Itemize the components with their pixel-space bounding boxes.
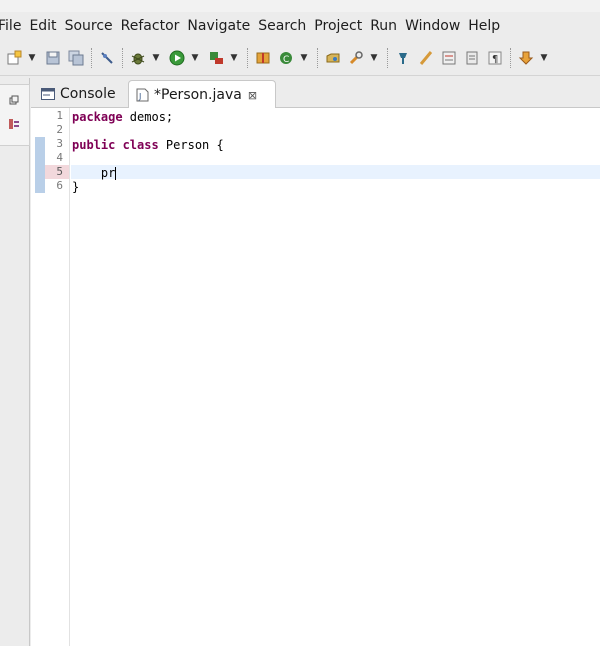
package-explorer-icon[interactable]	[8, 118, 20, 130]
menu-navigate[interactable]: Navigate	[187, 18, 258, 34]
console-icon	[41, 87, 55, 101]
next-annotation-icon[interactable]	[516, 47, 536, 69]
search-icon[interactable]	[346, 47, 366, 69]
open-type-icon[interactable]	[323, 47, 343, 69]
java-editor[interactable]: 1 2 3 4 5 6 package demos; public class …	[31, 108, 600, 646]
run-icon[interactable]	[167, 47, 187, 69]
menu-edit[interactable]: Edit	[29, 18, 64, 34]
new-java-class-icon[interactable]: C	[276, 47, 296, 69]
code-text: }	[72, 180, 80, 194]
toolbar-separator	[510, 47, 511, 68]
toolbar-separator	[122, 47, 123, 68]
menu-run[interactable]: Run	[370, 18, 405, 34]
java-file-icon: J	[135, 88, 149, 102]
debug-icon[interactable]	[128, 47, 148, 69]
svg-text:C: C	[283, 55, 289, 65]
change-marker	[35, 137, 45, 151]
new-java-package-icon[interactable]	[253, 47, 273, 69]
editor-tab-bar: Console J *Person.java ⊠	[31, 78, 600, 109]
current-line-highlight	[71, 165, 600, 179]
code-line-5: pr	[71, 166, 117, 180]
code-line-1: package demos;	[71, 110, 173, 124]
menu-search[interactable]: Search	[258, 18, 314, 34]
code-text: pr	[72, 166, 116, 180]
line-number: 4	[56, 151, 63, 164]
toolbar-separator	[247, 47, 248, 68]
run-dropdown-icon[interactable]: ▼	[190, 47, 200, 69]
text-caret	[115, 167, 117, 180]
external-tools-dropdown-icon[interactable]: ▼	[229, 47, 239, 69]
run-external-tools-icon[interactable]	[206, 47, 226, 69]
line-number: 2	[56, 123, 63, 136]
quick-diff-ruler	[31, 108, 45, 646]
new-wizard-dropdown-icon[interactable]: ▼	[27, 47, 37, 69]
menubar: File Edit Source Refactor Navigate Searc…	[0, 12, 600, 40]
pilcrow-icon[interactable]: ¶	[485, 47, 505, 69]
tab-console[interactable]: Console	[35, 80, 125, 108]
line-number: 6	[56, 179, 63, 192]
debug-dropdown-icon[interactable]: ▼	[151, 47, 161, 69]
change-marker	[35, 179, 45, 193]
menu-refactor[interactable]: Refactor	[121, 18, 188, 34]
change-marker	[35, 151, 45, 165]
tab-console-label: Console	[60, 86, 116, 102]
svg-text:¶: ¶	[492, 54, 498, 65]
show-whitespace-icon[interactable]	[462, 47, 482, 69]
left-trim-bar	[0, 78, 30, 646]
menu-file[interactable]: File	[0, 18, 29, 34]
toolbar-separator	[91, 47, 92, 68]
window-top-strip	[0, 0, 600, 12]
code-line-3: public class Person {	[71, 138, 224, 152]
menu-window[interactable]: Window	[405, 18, 468, 34]
line-number: 3	[56, 137, 63, 150]
keyword: public class	[72, 138, 159, 152]
restore-icon[interactable]	[8, 94, 20, 106]
search-dropdown-icon[interactable]: ▼	[369, 47, 379, 69]
change-marker	[35, 165, 45, 179]
line-number-gutter: 1 2 3 4 5 6	[45, 108, 70, 646]
edit-icon[interactable]	[416, 47, 436, 69]
menu-help[interactable]: Help	[468, 18, 508, 34]
toggle-mark-occurrences-icon[interactable]	[393, 47, 413, 69]
code-area[interactable]: package demos; public class Person { pr …	[71, 108, 600, 646]
skip-breakpoints-icon[interactable]	[97, 47, 117, 69]
new-class-dropdown-icon[interactable]: ▼	[299, 47, 309, 69]
line-number: 1	[56, 109, 63, 122]
tab-person-java-label: *Person.java	[154, 87, 242, 103]
close-tab-icon[interactable]: ⊠	[248, 89, 257, 102]
block-selection-icon[interactable]	[439, 47, 459, 69]
tab-person-java[interactable]: J *Person.java ⊠	[128, 80, 276, 109]
code-text: Person {	[158, 138, 224, 152]
menu-source[interactable]: Source	[65, 18, 121, 34]
code-text: demos;	[122, 110, 174, 124]
keyword: package	[72, 110, 123, 124]
main-toolbar: ▼ ▼ ▼ ▼ C ▼ ▼ ¶ ▼	[0, 40, 600, 76]
code-line-6: }	[71, 180, 79, 194]
toolbar-separator	[317, 47, 318, 68]
toolbar-separator	[387, 47, 388, 68]
minimized-view-stack	[0, 84, 30, 146]
save-icon[interactable]	[43, 47, 63, 69]
menu-project[interactable]: Project	[314, 18, 370, 34]
save-all-icon[interactable]	[66, 47, 86, 69]
svg-text:J: J	[138, 92, 141, 101]
new-wizard-icon[interactable]	[4, 47, 24, 69]
next-annotation-dropdown-icon[interactable]: ▼	[539, 47, 549, 69]
line-number: 5	[56, 165, 63, 178]
